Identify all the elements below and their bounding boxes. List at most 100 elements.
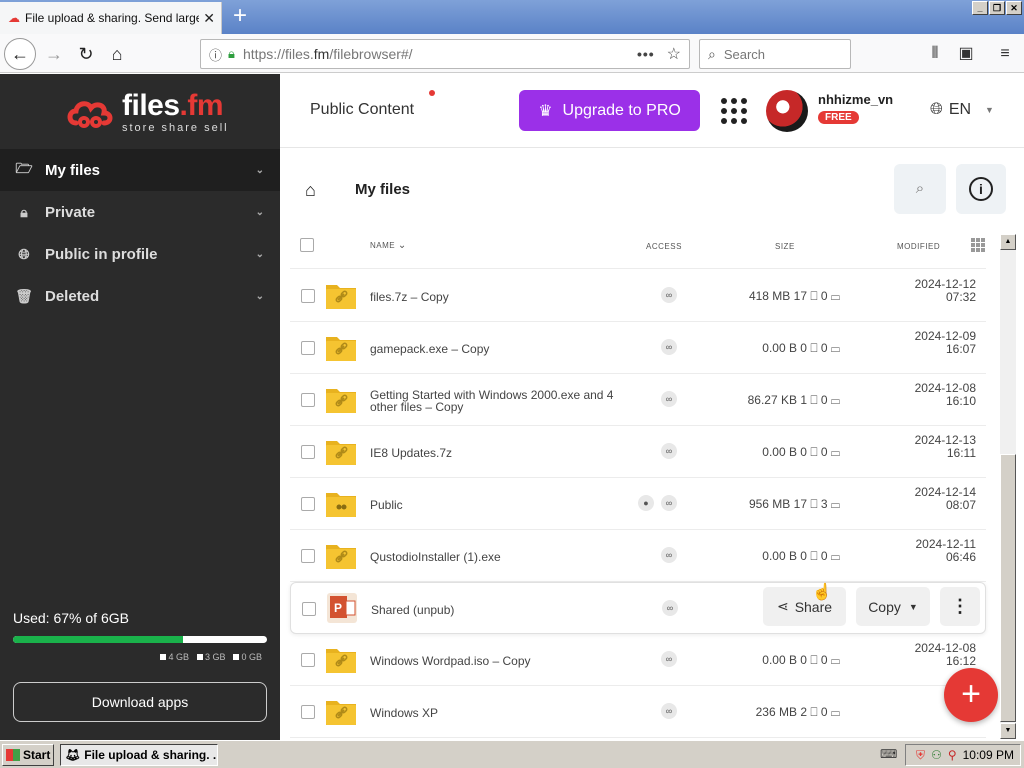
table-row[interactable]: Getting Started with Windows 2000.exe an… [290, 374, 986, 426]
sidebar-item-label: Deleted [45, 287, 100, 305]
table-row[interactable]: QustodioInstaller (1).exe ∞ 0.00 B 0 ⎕ 0 ▭… [290, 530, 986, 582]
library-icon[interactable]: ⫴ [921, 40, 949, 68]
select-all-checkbox[interactable] [300, 238, 314, 252]
caret-down-icon: ▼ [985, 105, 994, 115]
network-icon[interactable]: ⚇ [931, 748, 942, 762]
chevron-down-icon[interactable]: ⌄ [256, 165, 264, 176]
link-access-icon[interactable]: ∞ [661, 287, 677, 303]
table-row[interactable]: gamepack.exe – Copy ∞ 0.00 B 0 ⎕ 0 ▭ 2024-1… [290, 322, 986, 374]
file-name[interactable]: QustodioInstaller (1).exe [370, 542, 640, 572]
menu-icon[interactable]: ≡ [991, 40, 1019, 68]
grid-view-icon[interactable] [971, 238, 985, 252]
file-name[interactable]: gamepack.exe – Copy [370, 334, 640, 364]
add-button[interactable]: + [944, 668, 998, 722]
search-tray-icon[interactable]: ⚲ [948, 748, 957, 762]
file-name[interactable]: Windows XP [370, 698, 640, 728]
file-name[interactable]: Windows Wordpad.iso – Copy [370, 646, 640, 676]
url-bar[interactable]: ⓘ 🔒︎ https://files.fm/filebrowser#/ ••• … [200, 39, 690, 69]
row-checkbox[interactable] [301, 653, 315, 667]
sidebar-toggle-icon[interactable]: ▣ [952, 40, 980, 68]
chevron-down-icon[interactable]: ⌄ [256, 291, 264, 302]
scroll-up-icon[interactable]: ▲ [1000, 234, 1016, 250]
info-button[interactable]: i [956, 164, 1006, 214]
row-checkbox[interactable] [301, 549, 315, 563]
column-header-size[interactable]: SIZE [775, 242, 795, 251]
search-placeholder: Search [723, 46, 766, 62]
sidebar-item-public-in-profile[interactable]: 🌐︎ Public in profile ⌄ [0, 233, 280, 275]
share-button[interactable]: ⋖ Share [763, 587, 846, 626]
row-checkbox[interactable] [301, 341, 315, 355]
browser-tab-bar: ☁ File upload & sharing. Send large p ✕ … [0, 0, 1024, 34]
chevron-down-icon[interactable]: ⌄ [256, 207, 264, 218]
link-access-icon[interactable]: ∞ [661, 339, 677, 355]
row-checkbox[interactable] [301, 705, 315, 719]
apps-grid-icon[interactable] [721, 98, 747, 124]
reload-button[interactable]: ↻ [72, 40, 100, 68]
link-access-icon[interactable]: ∞ [661, 443, 677, 459]
column-header-name[interactable]: NAME ⌄ [370, 240, 407, 251]
table-row[interactable]: Public ● ∞ 956 MB 17 ⎕ 3 ▭ 2024-12-14 08:07 [290, 478, 986, 530]
row-checkbox[interactable] [301, 393, 315, 407]
table-row[interactable]: files.7z – Copy ∞ 418 MB 17 ⎕ 0 ▭ 2024-12-1… [290, 270, 986, 322]
table-row[interactable]: IE8 Updates.7z ∞ 0.00 B 0 ⎕ 0 ▭ 2024-12-13 1… [290, 426, 986, 478]
restore-icon[interactable]: ❐ [989, 1, 1005, 15]
table-row[interactable]: Windows XP∞236 MB 2 ⎕ 0 ▭20241 [290, 686, 986, 738]
shield-icon[interactable]: ⛨ [916, 748, 925, 763]
link-access-icon[interactable]: ∞ [661, 547, 677, 563]
link-access-icon[interactable]: ∞ [661, 495, 677, 511]
file-name[interactable]: files.7z – Copy [370, 282, 640, 312]
language-selector[interactable]: 🌐︎ EN ▼ [930, 101, 994, 119]
link-access-icon[interactable]: ∞ [661, 703, 677, 719]
row-checkbox[interactable] [301, 497, 315, 511]
url-text[interactable]: https://files.fm/filebrowser#/ [243, 46, 637, 62]
scroll-down-icon[interactable]: ▼ [1000, 723, 1016, 739]
file-name[interactable]: Shared (unpub) [371, 595, 641, 625]
link-access-icon[interactable]: ∞ [662, 600, 678, 616]
copy-button[interactable]: Copy ▼ [856, 587, 930, 626]
link-access-icon[interactable]: ∞ [661, 651, 677, 667]
public-content-link[interactable]: Public Content [310, 101, 414, 119]
home-button[interactable]: ⌂ [103, 40, 131, 68]
scrollbar[interactable]: ▲ ▼ [1000, 234, 1016, 739]
keyboard-icon[interactable]: ⌨ [880, 747, 897, 761]
minimize-icon[interactable]: _ [972, 1, 988, 15]
avatar[interactable] [766, 90, 808, 132]
scroll-thumb[interactable] [1000, 454, 1016, 722]
sidebar-item-private[interactable]: 🔒︎ Private ⌄ [0, 191, 280, 233]
row-checkbox[interactable] [301, 289, 315, 303]
file-name[interactable]: IE8 Updates.7z [370, 438, 640, 468]
files-fm-logo[interactable]: files.fm store share sell [66, 91, 229, 134]
clock[interactable]: 10:09 PM [963, 748, 1014, 762]
browser-search-box[interactable]: ⌕ Search [699, 39, 851, 69]
back-button[interactable]: ← [4, 38, 36, 70]
browser-tab[interactable]: ☁ File upload & sharing. Send large p ✕ [0, 2, 222, 34]
modified-date-time: 07:32 [945, 290, 976, 304]
sidebar-item-deleted[interactable]: 🗑︎ Deleted ⌄ [0, 275, 280, 317]
more-options-button[interactable]: ⋮ [940, 587, 980, 626]
close-tab-icon[interactable]: ✕ [203, 10, 215, 27]
search-files-button[interactable]: ⌕ [894, 164, 946, 214]
row-checkbox[interactable] [302, 602, 316, 616]
username[interactable]: nhhizme_vn [818, 92, 893, 107]
forward-button[interactable]: → [40, 40, 68, 68]
page-actions-icon[interactable]: ••• [637, 46, 655, 62]
table-row[interactable]: Windows Wordpad.iso – Copy ∞ 0.00 B 0 ⎕ 0 … [290, 634, 986, 686]
upgrade-to-pro-button[interactable]: ♛ Upgrade to PRO [519, 90, 700, 131]
column-header-modified[interactable]: MODIFIED [897, 242, 940, 251]
close-window-icon[interactable]: ✕ [1006, 1, 1022, 15]
start-button[interactable]: Start [2, 744, 54, 766]
chevron-down-icon[interactable]: ⌄ [256, 249, 264, 260]
public-access-icon[interactable]: ● [638, 495, 654, 511]
home-folder-button[interactable]: ⌂ [305, 180, 316, 201]
download-apps-button[interactable]: Download apps [13, 682, 267, 722]
bookmark-star-icon[interactable]: ☆ [667, 44, 681, 64]
info-icon[interactable]: ⓘ [209, 45, 222, 64]
file-name[interactable]: Getting Started with Windows 2000.exe an… [370, 386, 640, 416]
new-tab-button[interactable]: + [226, 3, 254, 31]
row-checkbox[interactable] [301, 445, 315, 459]
link-access-icon[interactable]: ∞ [661, 391, 677, 407]
taskbar-window-button[interactable]: 🦊︎ File upload & sharing. ... [60, 744, 218, 766]
sidebar-item-my-files[interactable]: 🗁 My files ⌄ [0, 149, 280, 191]
column-header-access[interactable]: ACCESS [646, 242, 682, 251]
file-name[interactable]: Public [370, 490, 640, 520]
